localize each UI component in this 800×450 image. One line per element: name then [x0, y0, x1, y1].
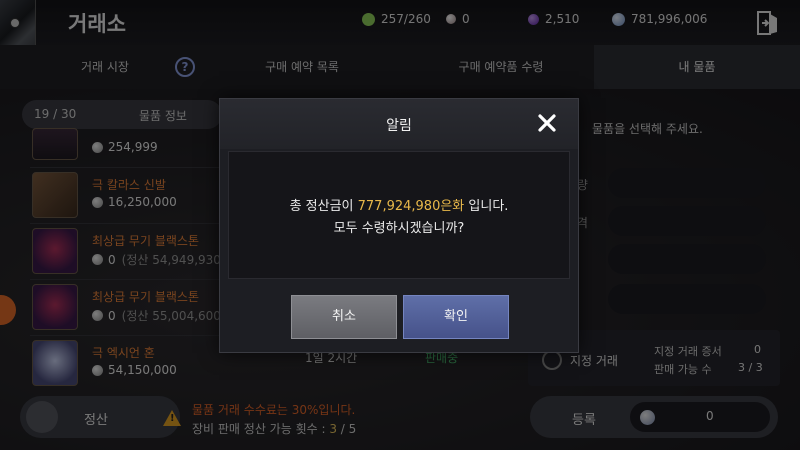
dialog-message: 총 정산금이 777,924,980은화 입니다. — [229, 195, 569, 214]
notice-dialog: 알림 총 정산금이 777,924,980은화 입니다. 모두 수령하시겠습니까… — [219, 98, 579, 353]
cancel-button[interactable]: 취소 — [291, 295, 397, 339]
close-icon[interactable] — [536, 112, 558, 134]
settlement-amount: 777,924,980은화 — [357, 199, 465, 214]
dialog-header: 알림 — [220, 99, 578, 149]
message-suffix: 입니다. — [464, 199, 509, 214]
dialog-question: 모두 수령하시겠습니까? — [333, 221, 465, 236]
confirm-button[interactable]: 확인 — [403, 295, 509, 339]
message-prefix: 총 정산금이 — [289, 199, 358, 214]
dialog-title: 알림 — [386, 118, 412, 134]
dialog-body: 총 정산금이 777,924,980은화 입니다. 모두 수령하시겠습니까? — [228, 151, 570, 279]
